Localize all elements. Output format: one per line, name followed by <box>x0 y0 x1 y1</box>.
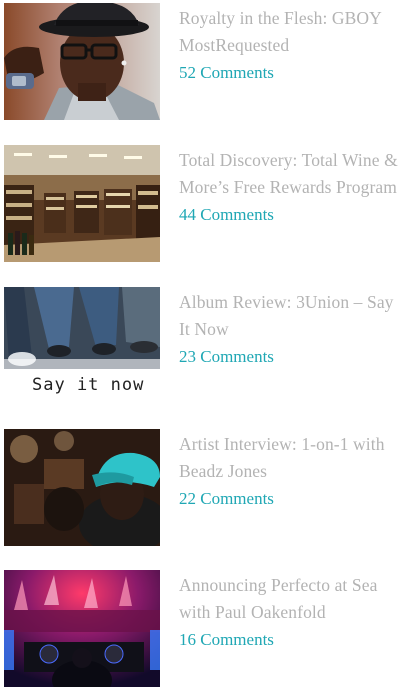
comment-count-link[interactable]: 52 Comments <box>179 59 403 86</box>
comment-count-link[interactable]: 23 Comments <box>179 343 403 370</box>
post-thumbnail[interactable] <box>4 429 160 546</box>
comment-count-link[interactable]: 16 Comments <box>179 626 403 653</box>
post-title-link[interactable]: Total Discovery: Total Wine & More’s Fre… <box>179 147 403 201</box>
post-thumbnail[interactable] <box>4 3 160 120</box>
post-text: Total Discovery: Total Wine & More’s Fre… <box>179 147 403 228</box>
post-item: Total Discovery: Total Wine & More’s Fre… <box>0 145 404 263</box>
post-item: Artist Interview: 1-on-1 with Beadz Jone… <box>0 429 404 547</box>
post-thumbnail[interactable] <box>4 145 160 262</box>
post-item: Royalty in the Flesh: GBOY MostRequested… <box>0 3 404 121</box>
post-title-link[interactable]: Announcing Perfecto at Sea with Paul Oak… <box>179 572 403 626</box>
comment-count-link[interactable]: 22 Comments <box>179 485 403 512</box>
post-title-link[interactable]: Artist Interview: 1-on-1 with Beadz Jone… <box>179 431 403 485</box>
post-text: Album Review: 3Union – Say It Now 23 Com… <box>179 289 403 370</box>
post-item: Announcing Perfecto at Sea with Paul Oak… <box>0 570 404 688</box>
post-text: Artist Interview: 1-on-1 with Beadz Jone… <box>179 431 403 512</box>
post-text: Royalty in the Flesh: GBOY MostRequested… <box>179 5 403 86</box>
thumbnail-caption: Say it now <box>32 375 144 395</box>
post-thumbnail[interactable] <box>4 570 160 687</box>
post-title-link[interactable]: Royalty in the Flesh: GBOY MostRequested <box>179 5 403 59</box>
post-item: Say it now Album Review: 3Union – Say It… <box>0 287 404 405</box>
comment-count-link[interactable]: 44 Comments <box>179 201 403 228</box>
post-thumbnail[interactable]: Say it now <box>4 287 160 404</box>
post-title-link[interactable]: Album Review: 3Union – Say It Now <box>179 289 403 343</box>
post-text: Announcing Perfecto at Sea with Paul Oak… <box>179 572 403 653</box>
